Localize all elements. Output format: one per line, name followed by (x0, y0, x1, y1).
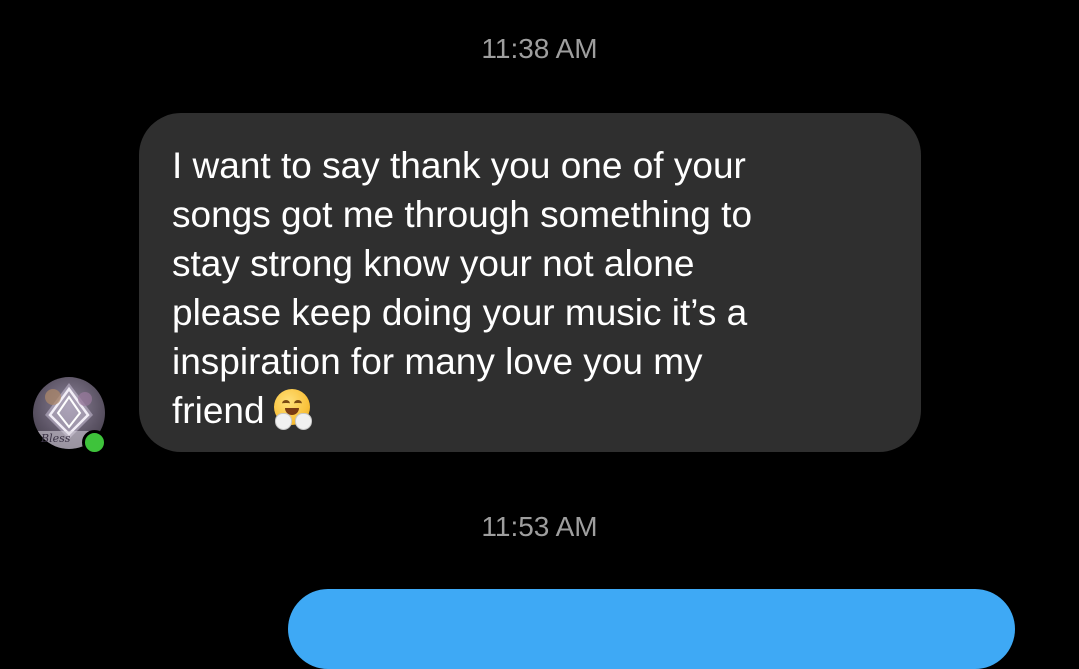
message-text-last-line: friend (172, 386, 891, 435)
message-text-line: inspiration for many love you my (172, 341, 703, 382)
message-timestamp: 11:53 AM (481, 511, 598, 542)
message-text-line: songs got me through something to (172, 194, 753, 235)
online-status-indicator (82, 430, 107, 455)
message-timestamp: 11:38 AM (481, 33, 598, 64)
message-text-line: I want to say thank you one of your (172, 145, 746, 186)
avatar-signature-text: Bless (41, 432, 71, 445)
received-message-bubble[interactable]: I want to say thank you one of your song… (139, 113, 921, 452)
message-text-line: please keep doing your music it’s a (172, 292, 748, 333)
message-text-line: friend (172, 390, 265, 431)
message-text-line: stay strong know your not alone (172, 243, 695, 284)
sent-message-bubble[interactable] (288, 589, 1015, 669)
smiling-face-with-open-hands-emoji-icon (273, 389, 313, 430)
